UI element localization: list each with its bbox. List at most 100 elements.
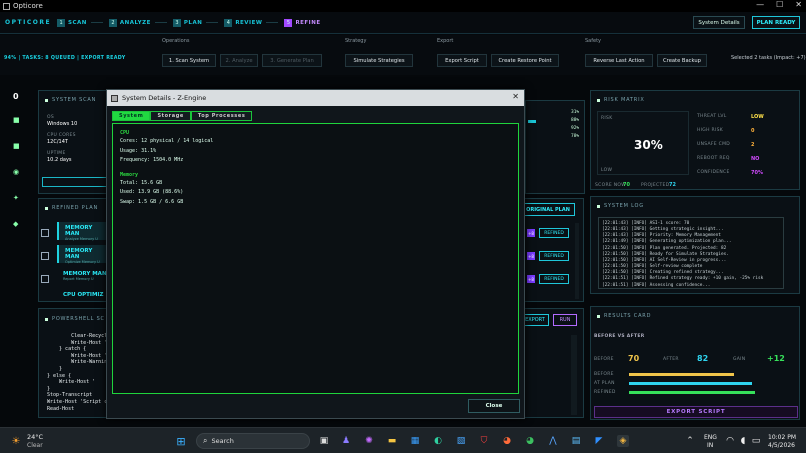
edge-icon[interactable]: ◐ [432, 435, 444, 447]
high-risk-value: 0 [751, 128, 755, 134]
export-script-card-button[interactable]: EXPORT SCRIPT [594, 406, 798, 418]
before-vs-after: BEFORE VS AFTER [594, 334, 645, 339]
analyze-button[interactable]: 2. Analyze [220, 54, 258, 67]
script-scrollbar[interactable] [571, 335, 577, 415]
usage-panel: 31% 88% 92% 78% [525, 100, 585, 194]
panel-title: RESULTS CARD [597, 313, 651, 319]
before-value: 70 [628, 354, 640, 363]
restore-point-button[interactable]: Create Restore Point [491, 54, 559, 67]
taskbar: ☀ 24°C Clear ⊞ ⌕ Search ▣ ♟ ✺ ▬ ▦ ◐ ▧ ⛉ ◕… [0, 427, 806, 453]
tab-top-processes[interactable]: Top Processes [190, 111, 253, 121]
step-plan[interactable]: 3 PLAN [172, 18, 219, 27]
clock-time[interactable]: 10:02 PM [768, 434, 796, 441]
impact-badge: +8 [527, 252, 535, 260]
task-view-icon[interactable]: ▣ [318, 435, 330, 447]
step-review[interactable]: 4 REVIEW [224, 18, 279, 27]
shield-icon[interactable]: ◆ [13, 220, 18, 228]
percent-value: 31% [571, 110, 580, 115]
dialog-close-icon[interactable]: ✕ [512, 92, 519, 101]
store-icon[interactable]: ▦ [409, 435, 421, 447]
task-checkbox[interactable] [41, 275, 49, 283]
step-scan[interactable]: 1 SCAN [57, 18, 103, 27]
step-number: 3 [172, 18, 181, 27]
plan-scrollbar[interactable] [575, 223, 579, 299]
refined-tag: REFINED [539, 251, 569, 261]
wifi-icon[interactable]: ◠ [724, 435, 736, 447]
tab-system[interactable]: System [112, 111, 151, 121]
tab-storage[interactable]: Storage [150, 111, 191, 121]
chrome-icon[interactable]: ◕ [501, 435, 513, 447]
language-top[interactable]: ENG [704, 434, 717, 441]
confidence-label: CONFIDENCE [697, 170, 730, 175]
memory-total: Total: 15.6 GB [120, 179, 163, 186]
task-checkbox[interactable] [41, 252, 49, 260]
taskbar-search[interactable]: ⌕ Search [196, 433, 310, 449]
app-icon-blue[interactable]: ▧ [455, 435, 467, 447]
scan-system-button[interactable]: 1. Scan System [162, 54, 216, 67]
windows-start-icon[interactable]: ⊞ [175, 435, 187, 448]
plan-item[interactable]: CPU OPTIMIZ [57, 291, 107, 301]
weather-text[interactable]: Clear [27, 442, 43, 449]
plan-item[interactable]: MEMORY MAN Analyze Memory U [57, 222, 107, 241]
clock-date[interactable]: 4/5/2026 [768, 442, 795, 449]
chrome-profile-icon[interactable]: ◕ [524, 435, 536, 447]
reverse-action-button[interactable]: Reverse Last Action [585, 54, 653, 67]
shield-app-icon[interactable]: ⛉ [478, 435, 490, 447]
minimize-button[interactable]: — [756, 0, 764, 9]
scan-icon[interactable]: ■ [13, 116, 20, 124]
script-editor[interactable]: Clear-Recycl Write-Host ' } catch { Writ… [47, 333, 107, 412]
search-icon: ⌕ [203, 436, 208, 445]
close-window-button[interactable]: ✕ [795, 0, 802, 9]
vscode-icon[interactable]: ◤ [593, 435, 605, 447]
file-explorer-icon[interactable]: ▬ [386, 435, 398, 447]
weather-temp[interactable]: 24°C [27, 433, 43, 441]
battery-icon[interactable]: ▭ [750, 435, 762, 447]
maximize-button[interactable]: ☐ [776, 0, 783, 9]
dialog-close-button[interactable]: Close [468, 399, 520, 413]
cpu-frequency: Frequency: 1504.0 MHz [120, 157, 184, 164]
before-label: BEFORE [594, 357, 614, 362]
workflow-nav: OPTICORE 1 SCAN 2 ANALYZE 3 PLAN 4 REVIEW 5R… [0, 12, 806, 34]
unsafe-value: 2 [751, 142, 755, 148]
dialog-tabs: System Storage Top Processes [112, 111, 253, 121]
system-details-dialog: System Details - Z-Engine ✕ System Stora… [106, 89, 525, 419]
window-title: Opticore [13, 2, 43, 10]
create-backup-button[interactable]: Create Backup [657, 54, 707, 67]
chevron-up-icon[interactable]: ⌃ [684, 435, 696, 447]
memory-used: Used: 13.9 GB (88.6%) [120, 189, 184, 196]
percent-value: 88% [571, 118, 580, 123]
pen-app-icon[interactable]: ⋀ [547, 435, 559, 447]
copilot-icon[interactable]: ✺ [363, 435, 375, 447]
system-details-button[interactable]: System Details [693, 16, 745, 29]
weather-icon[interactable]: ☀ [10, 435, 22, 447]
simulate-strategies-button[interactable]: Simulate Strategies [345, 54, 413, 67]
step-label: SCAN [68, 19, 87, 26]
teams-icon[interactable]: ♟ [340, 435, 352, 447]
cpu-icon[interactable]: ■ [13, 142, 20, 150]
language-bottom[interactable]: IN [707, 442, 713, 449]
usage-bar [528, 120, 536, 123]
plan-item[interactable]: MEMORY MAN Optimize Memory U [57, 245, 107, 264]
run-button[interactable]: RUN [553, 314, 577, 326]
log-line: [22:01:51] [INFO] Assessing confidence..… [602, 282, 711, 288]
step-refine[interactable]: 5 REFINE [284, 18, 320, 27]
generate-plan-button[interactable]: 3. Generate Plan [262, 54, 322, 67]
group-strategy: Strategy [345, 38, 367, 44]
step-analyze[interactable]: 2 ANALYZE [108, 18, 167, 27]
export-script-button[interactable]: Export Script [437, 54, 487, 67]
score-value: 70 [623, 182, 630, 188]
pulse-icon[interactable]: ✦ [13, 194, 19, 202]
log-output[interactable]: [22:01:43] [INFO] ASI-1 score: 70 [22:01… [598, 217, 784, 289]
plan-item[interactable]: MEMORY MAN Report Memory U [57, 268, 107, 286]
original-plan-button[interactable]: ORIGINAL PLAN [521, 203, 575, 216]
gauge-icon[interactable]: ◉ [13, 168, 19, 176]
export-button[interactable]: EXPORT [521, 314, 549, 326]
dialog-title-bar: System Details - Z-Engine ✕ [107, 90, 524, 106]
notes-icon[interactable]: ▤ [570, 435, 582, 447]
panel-title: SYSTEM SCAN [45, 97, 96, 103]
app-icon [3, 2, 10, 10]
opticore-taskbar-icon[interactable]: ◈ [617, 435, 629, 447]
step-number: 1 [57, 18, 66, 27]
volume-icon[interactable]: ◖ [737, 435, 749, 447]
task-checkbox[interactable] [41, 229, 49, 237]
